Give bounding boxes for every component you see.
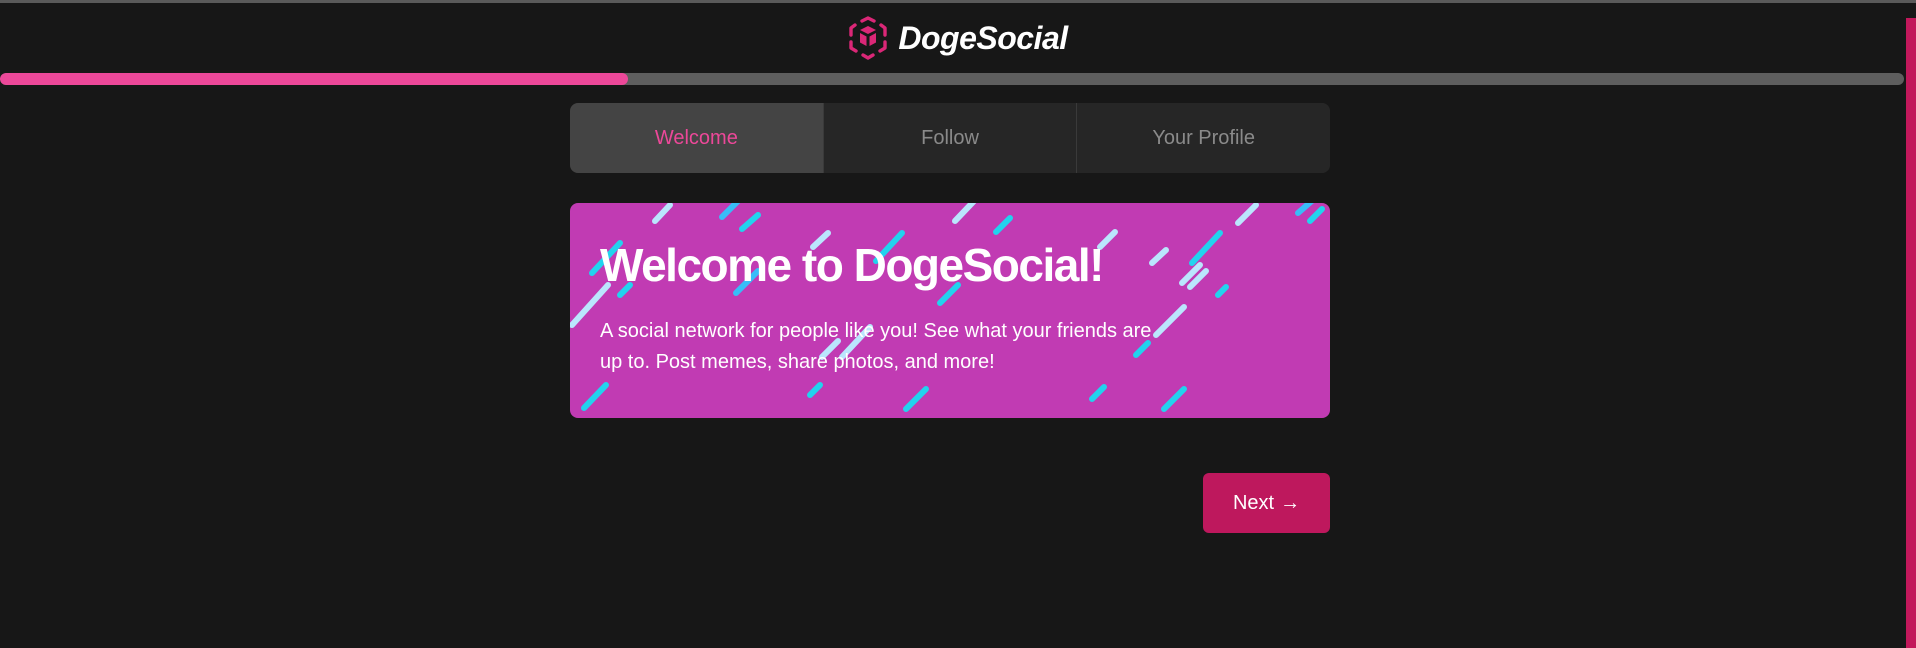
onboarding-steps: Welcome Follow Your Profile — [570, 103, 1330, 173]
welcome-description: A social network for people like you! Se… — [600, 320, 1152, 373]
onboarding-progress-bar — [0, 73, 1904, 85]
onboarding-page: DogeSocial Welcome Follow Your Profile W… — [0, 0, 1916, 648]
next-button[interactable]: Next → — [1203, 473, 1330, 533]
app-header: DogeSocial — [0, 3, 1916, 73]
brand-name: DogeSocial — [898, 19, 1068, 56]
tab-follow[interactable]: Follow — [822, 103, 1077, 173]
welcome-title: Welcome to DogeSocial! — [600, 239, 1104, 291]
arrow-right-icon: → — [1280, 491, 1301, 514]
welcome-banner: Welcome to DogeSocial! A social network … — [570, 203, 1330, 418]
progress-fill — [0, 73, 629, 85]
next-button-label: Next — [1232, 491, 1275, 514]
tab-welcome[interactable]: Welcome — [570, 103, 823, 173]
confetti-pattern — [570, 203, 1325, 412]
tab-your-profile[interactable]: Your Profile — [1076, 103, 1330, 173]
scrollbar[interactable] — [1906, 18, 1916, 648]
hexagon-cube-icon — [848, 16, 888, 60]
